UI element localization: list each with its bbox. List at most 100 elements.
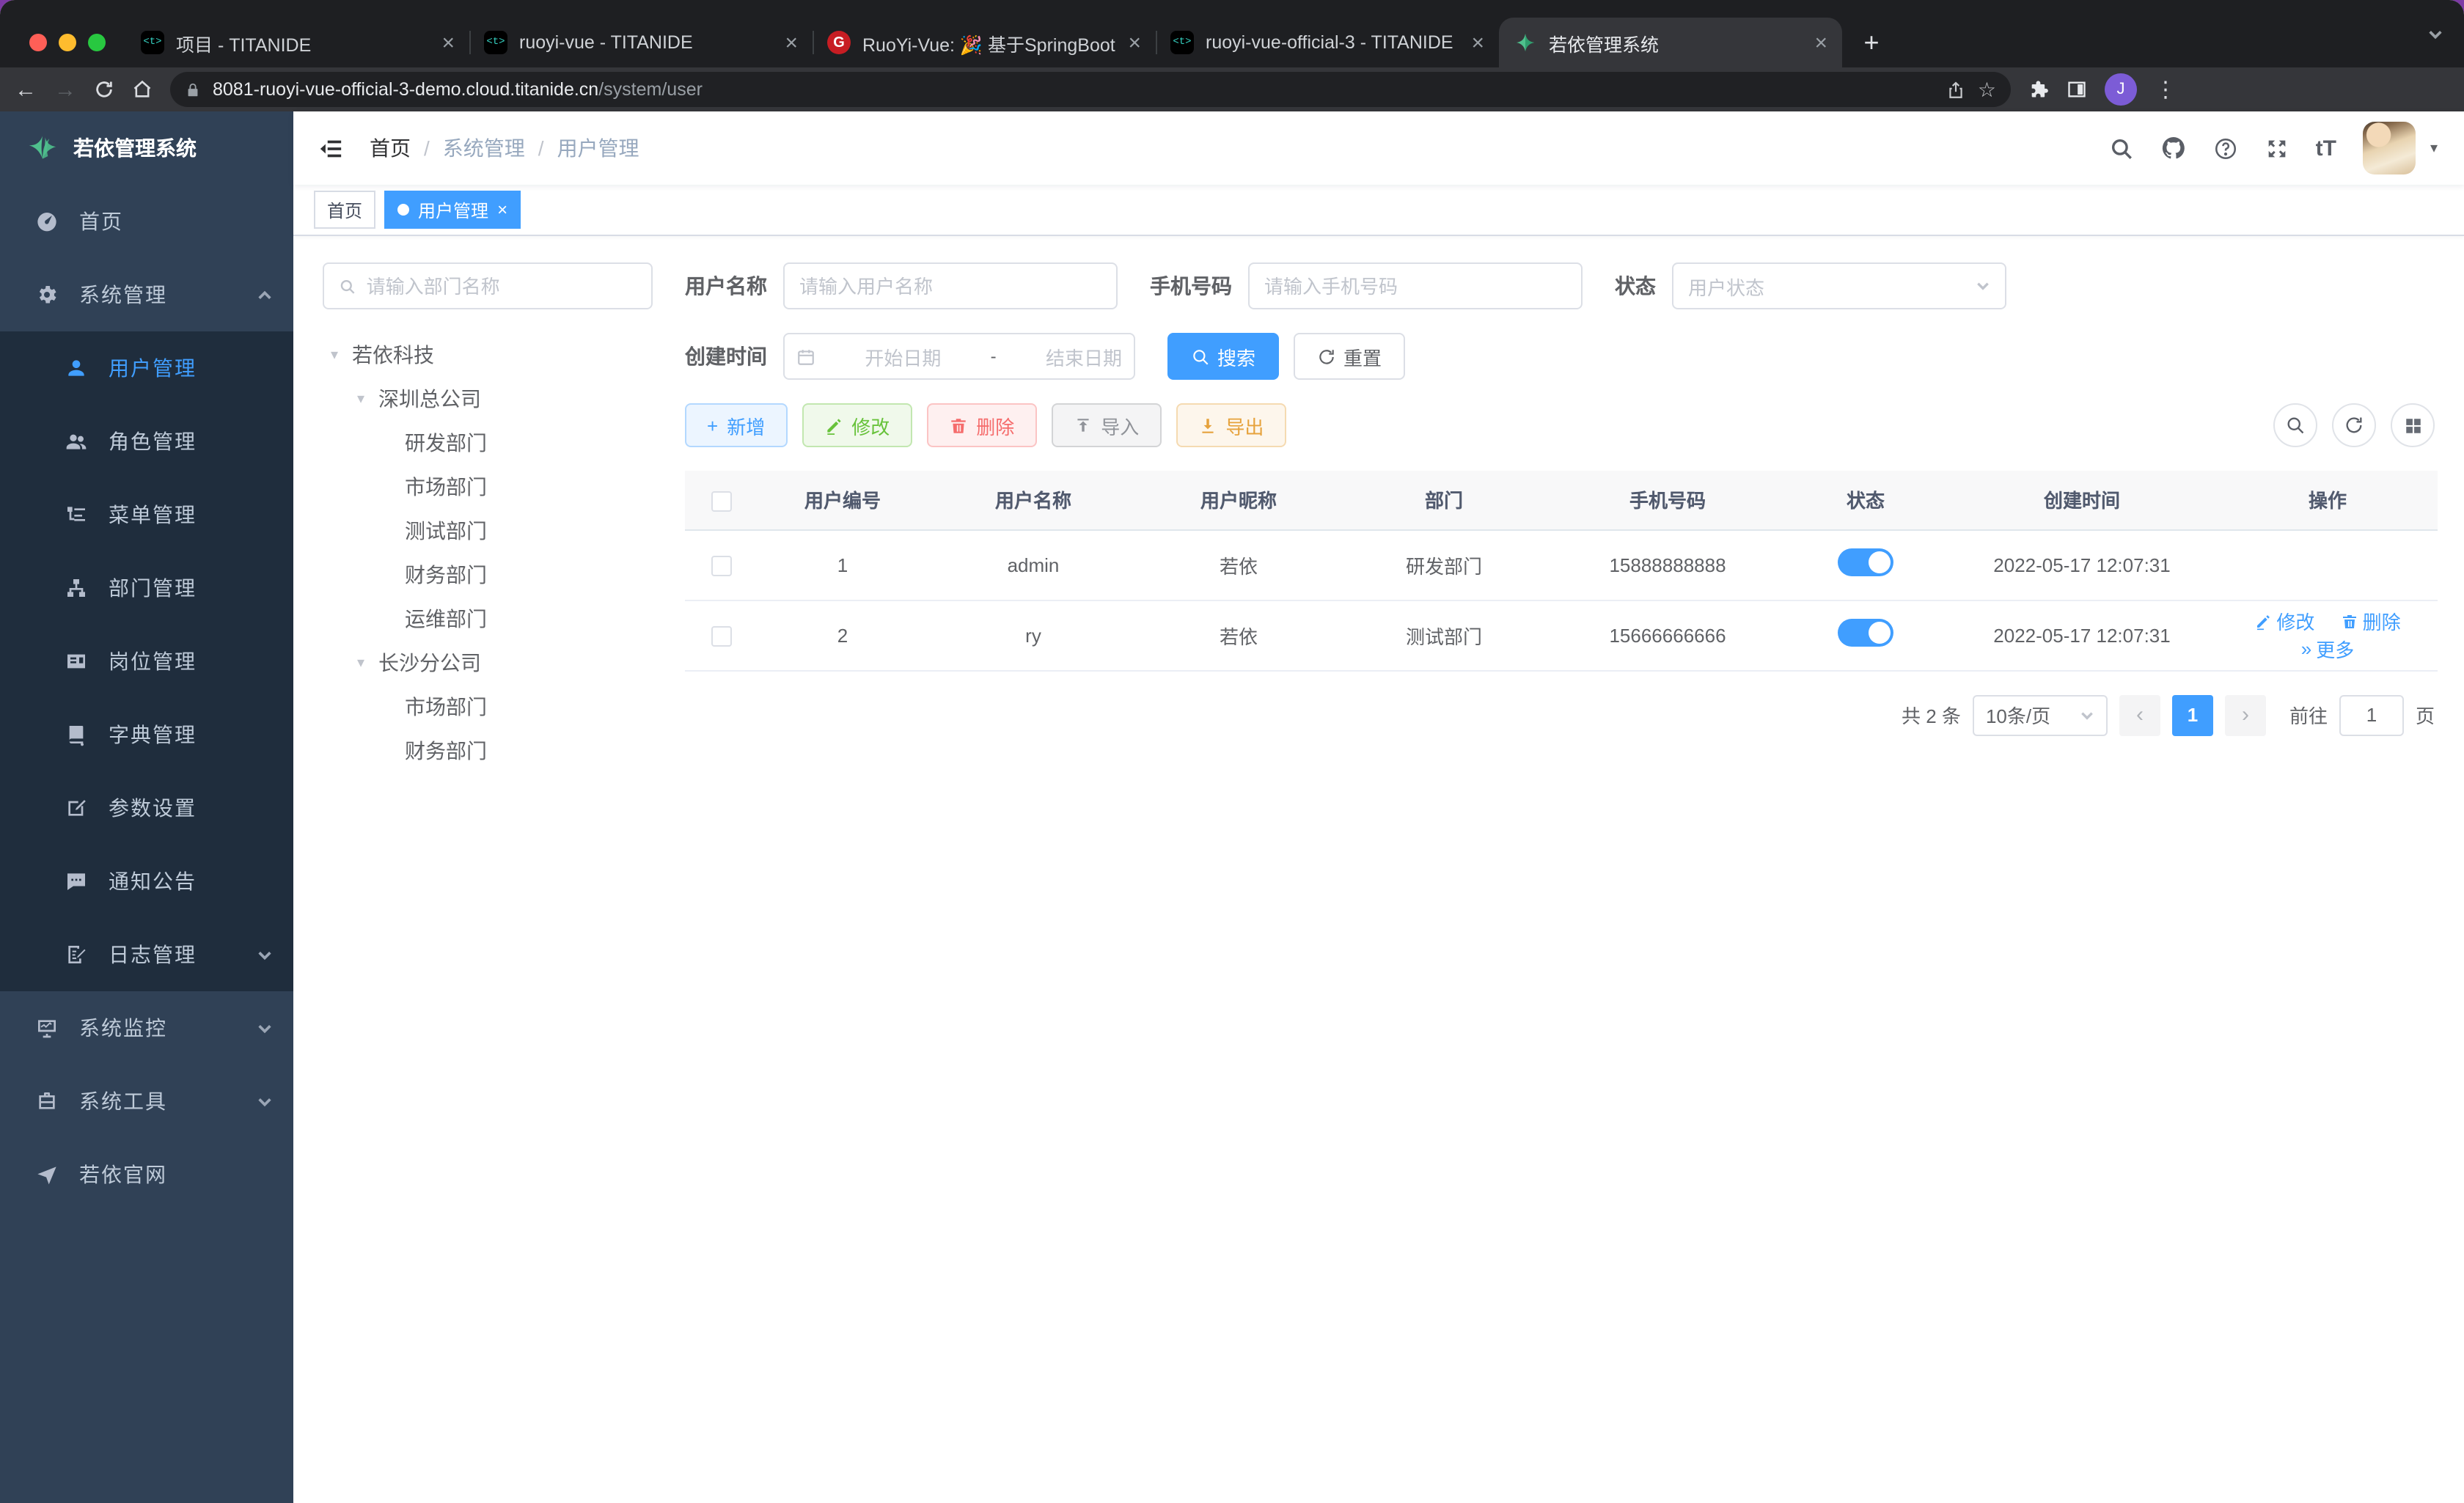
back-button[interactable]: ← <box>15 78 37 100</box>
sidebar-item-notice[interactable]: 通知公告 <box>0 845 293 918</box>
row-edit-link[interactable]: 修改 <box>2254 607 2314 635</box>
sidebar-item-tool[interactable]: 系统工具 <box>0 1065 293 1138</box>
goto-page-input[interactable] <box>2339 694 2404 735</box>
tag-user-active[interactable]: 用户管理 × <box>384 191 521 229</box>
tab-close-icon[interactable]: × <box>1128 32 1141 54</box>
tab-search-chevron-icon[interactable] <box>2427 23 2443 50</box>
sidebar-fold-icon[interactable] <box>293 111 367 185</box>
dept-search-input[interactable] <box>366 275 637 297</box>
browser-tab-1[interactable]: <t> 项目 - TITANIDE × <box>126 18 469 67</box>
sidebar-logo[interactable]: 若依管理系统 <box>0 111 293 185</box>
header-search-icon[interactable] <box>2109 136 2134 161</box>
phone-field[interactable] <box>1248 262 1583 309</box>
sidebar-item-log[interactable]: 日志管理 <box>0 918 293 991</box>
table-row[interactable]: 1 admin 若依 研发部门 15888888888 2022-05-17 1… <box>685 529 2438 600</box>
browser-tab-3[interactable]: G RuoYi-Vue: 🎉 基于SpringBoot × <box>813 18 1156 67</box>
table-row[interactable]: 2 ry 若依 测试部门 15666666666 2022-05-17 12:0… <box>685 600 2438 671</box>
reload-button[interactable] <box>94 79 114 100</box>
tree-node[interactable]: 市场部门 <box>323 685 653 729</box>
row-more-link[interactable]: » 更多 <box>2301 635 2355 663</box>
tree-node[interactable]: 财务部门 <box>323 553 653 597</box>
date-range-picker[interactable]: 开始日期 - 结束日期 <box>783 333 1135 380</box>
import-button[interactable]: 导入 <box>1051 403 1162 447</box>
tree-node[interactable]: 测试部门 <box>323 509 653 553</box>
browser-tab-4[interactable]: <t> ruoyi-vue-official-3 - TITANIDE × <box>1156 18 1499 67</box>
tree-node[interactable]: ▾ 若依科技 <box>323 333 653 377</box>
end-date[interactable]: 结束日期 <box>1046 342 1122 370</box>
tab-close-icon[interactable]: × <box>1814 32 1827 54</box>
maximize-window-button[interactable] <box>88 34 106 51</box>
row-checkbox[interactable] <box>711 625 732 647</box>
search-button[interactable]: 搜索 <box>1167 333 1280 380</box>
browser-tab-2[interactable]: <t> ruoyi-vue - TITANIDE × <box>469 18 813 67</box>
sidebar-item-system[interactable]: 系统管理 <box>0 258 293 331</box>
sidebar-item-home[interactable]: 首页 <box>0 185 293 258</box>
prev-page-button[interactable]: ‹ <box>2119 694 2160 735</box>
sidebar-item-site[interactable]: 若依官网 <box>0 1138 293 1211</box>
tree-node[interactable]: 市场部门 <box>323 465 653 509</box>
font-size-icon[interactable]: tT <box>2316 136 2336 161</box>
username-field[interactable] <box>783 262 1118 309</box>
edit-button[interactable]: 修改 <box>802 403 912 447</box>
caret-down-icon[interactable]: ▾ <box>326 347 343 363</box>
row-delete-link[interactable]: 删除 <box>2341 607 2401 635</box>
username-input[interactable] <box>799 275 1101 297</box>
bookmark-star-icon[interactable]: ☆ <box>1978 79 1996 100</box>
page-1-button[interactable]: 1 <box>2171 694 2213 735</box>
sidebar-item-post[interactable]: 岗位管理 <box>0 625 293 698</box>
breadcrumb-home[interactable]: 首页 <box>370 133 411 163</box>
refresh-table-button[interactable] <box>2332 403 2376 447</box>
reset-button[interactable]: 重置 <box>1294 333 1406 380</box>
row-checkbox[interactable] <box>711 555 732 576</box>
sidebar-item-menu[interactable]: 菜单管理 <box>0 478 293 551</box>
status-toggle[interactable] <box>1838 619 1893 647</box>
next-page-button[interactable]: › <box>2224 694 2266 735</box>
caret-down-icon[interactable]: ▾ <box>352 391 370 407</box>
delete-button[interactable]: 删除 <box>926 403 1037 447</box>
tag-home[interactable]: 首页 <box>314 191 376 229</box>
address-bar[interactable]: 8081-ruoyi-vue-official-3-demo.cloud.tit… <box>170 72 2011 107</box>
side-panel-icon[interactable] <box>2067 79 2087 100</box>
tab-close-icon[interactable]: × <box>785 32 798 54</box>
sidebar-item-role[interactable]: 角色管理 <box>0 405 293 478</box>
dept-search-box[interactable] <box>323 262 653 309</box>
minimize-window-button[interactable] <box>59 34 76 51</box>
breadcrumb-user[interactable]: 用户管理 <box>557 133 639 163</box>
phone-input[interactable] <box>1264 275 1566 297</box>
tree-node[interactable]: ▾ 深圳总公司 <box>323 377 653 421</box>
select-all-checkbox[interactable] <box>711 490 732 512</box>
caret-down-icon[interactable]: ▾ <box>352 655 370 671</box>
sidebar-item-config[interactable]: 参数设置 <box>0 771 293 845</box>
help-icon[interactable] <box>2213 136 2238 161</box>
browser-tab-active[interactable]: 若依管理系统 × <box>1499 18 1842 67</box>
home-button[interactable] <box>132 79 153 100</box>
tree-node[interactable]: ▾ 长沙分公司 <box>323 641 653 685</box>
export-button[interactable]: 导出 <box>1176 403 1286 447</box>
window-controls[interactable] <box>12 18 126 67</box>
extensions-puzzle-icon[interactable] <box>2028 79 2049 100</box>
sidebar-item-dict[interactable]: 字典管理 <box>0 698 293 771</box>
columns-grid-button[interactable] <box>2391 403 2435 447</box>
page-size-select[interactable]: 10条/页 <box>1972 694 2108 735</box>
kebab-menu-icon[interactable]: ⋮ <box>2155 78 2177 100</box>
avatar-caret-icon[interactable]: ▾ <box>2430 140 2438 156</box>
start-date[interactable]: 开始日期 <box>865 342 941 370</box>
browser-profile-avatar[interactable]: J <box>2105 73 2137 106</box>
tree-node[interactable]: 研发部门 <box>323 421 653 465</box>
tree-node[interactable]: 运维部门 <box>323 597 653 641</box>
tab-close-icon[interactable]: × <box>1471 32 1484 54</box>
close-window-button[interactable] <box>29 34 47 51</box>
tag-close-icon[interactable]: × <box>497 199 507 220</box>
fullscreen-icon[interactable] <box>2265 136 2289 161</box>
url-text[interactable]: 8081-ruoyi-vue-official-3-demo.cloud.tit… <box>213 79 1935 100</box>
add-button[interactable]: + 新增 <box>685 403 788 447</box>
forward-button[interactable]: → <box>54 78 76 100</box>
status-select[interactable]: 用户状态 <box>1672 262 2006 309</box>
sidebar-item-user[interactable]: 用户管理 <box>0 331 293 405</box>
share-icon[interactable] <box>1947 80 1966 99</box>
tab-close-icon[interactable]: × <box>441 32 455 54</box>
user-avatar[interactable] <box>2362 122 2416 174</box>
sidebar-item-monitor[interactable]: 系统监控 <box>0 991 293 1065</box>
sidebar-item-dept[interactable]: 部门管理 <box>0 551 293 625</box>
new-tab-button[interactable]: + <box>1851 22 1892 63</box>
